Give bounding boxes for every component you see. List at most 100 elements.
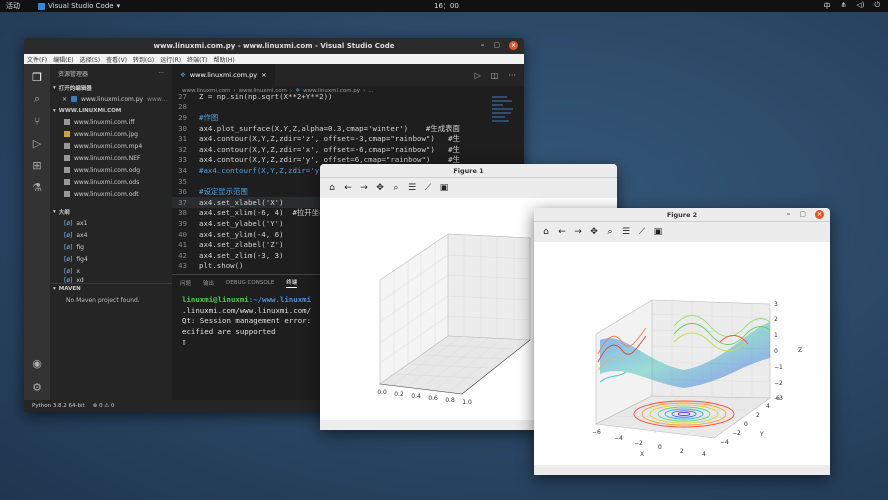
close-icon[interactable]: × [62, 96, 67, 103]
outline-section[interactable]: ▾ 大纲 [50, 206, 172, 217]
forward-arrow-icon[interactable]: → [358, 182, 370, 194]
maximize-button[interactable]: ▢ [493, 41, 500, 50]
figure2-window[interactable]: Figure 2 – ▢ × ⌂ ← → ✥ ⌕ ☰ ⟋ ▣ 3 2 1 0 −… [534, 208, 830, 475]
tab-active-file[interactable]: ❖ www.linuxmi.com.py × [172, 64, 275, 86]
status-python-interpreter[interactable]: Python 3.8.2 64-bit [32, 403, 85, 409]
minimize-button[interactable]: – [787, 210, 791, 219]
search-icon[interactable]: ⌕ [30, 92, 44, 106]
file-item[interactable]: www.linuxmi.com.odt [50, 188, 172, 200]
file-item[interactable]: www.linuxmi.com.NEF [50, 152, 172, 164]
extensions-icon[interactable]: ⊞ [30, 158, 44, 172]
maximize-button[interactable]: ▢ [799, 210, 806, 219]
variable-icon: [ø] [64, 255, 73, 263]
outline-item[interactable]: [ø] ax1 [50, 217, 172, 229]
line-number: 32 [178, 144, 187, 154]
chevron-down-icon: ▾ [53, 107, 56, 114]
open-editor-item[interactable]: × www.linuxmi.com.py www... [50, 93, 172, 105]
home-icon[interactable]: ⌂ [326, 182, 338, 194]
file-item[interactable]: www.linuxmi.com.mp4 [50, 140, 172, 152]
testing-icon[interactable]: ⚗ [30, 180, 44, 194]
edit-axes-icon[interactable]: ⟋ [636, 226, 648, 238]
menu-selection[interactable]: 选择(S) [80, 55, 101, 64]
outline-item[interactable]: [ø] x [50, 265, 172, 277]
menu-edit[interactable]: 编辑(E) [53, 55, 73, 64]
pan-icon[interactable]: ✥ [374, 182, 386, 194]
close-button[interactable]: × [509, 41, 518, 50]
outline-item[interactable]: [ø] fig4 [50, 253, 172, 265]
close-button[interactable]: × [815, 210, 824, 219]
save-icon[interactable]: ▣ [652, 226, 664, 238]
input-method[interactable]: 中 [823, 1, 830, 11]
subplots-config-icon[interactable]: ☰ [620, 226, 632, 238]
maven-label: MAVEN [58, 286, 81, 292]
pan-icon[interactable]: ✥ [588, 226, 600, 238]
code-line[interactable]: 28 [172, 102, 524, 113]
app-menu[interactable]: Visual Studio Code ▾ [38, 2, 120, 10]
menu-view[interactable]: 查看(V) [106, 55, 127, 64]
close-icon[interactable]: × [261, 71, 266, 79]
code-line[interactable]: 30 ax4.plot_surface(X,Y,Z,alpha=0.3,cmap=… [172, 123, 524, 134]
figure2-titlebar[interactable]: Figure 2 – ▢ × [534, 208, 830, 222]
line-number: 42 [178, 250, 187, 260]
x-axis-label: X [640, 451, 644, 458]
window-titlebar[interactable]: www.linuxmi.com.py - www.linuxmi.com - V… [24, 38, 524, 54]
file-item[interactable]: www.linuxmi.com.ods [50, 176, 172, 188]
z-tick-label: −1 [774, 364, 783, 371]
explorer-icon[interactable]: ❐ [30, 70, 44, 84]
run-debug-icon[interactable]: ▷ [30, 136, 44, 150]
menu-file[interactable]: 文件(F) [27, 55, 47, 64]
maven-section[interactable]: ▾ MAVEN [50, 283, 172, 294]
back-arrow-icon[interactable]: ← [342, 182, 354, 194]
terminal-prompt-path: :~/www.linuxmi [248, 295, 312, 304]
subplots-config-icon[interactable]: ☰ [406, 182, 418, 194]
open-editors-section[interactable]: ▾ 打开的编辑器 [50, 82, 172, 93]
file-name: www.linuxmi.com.NEF [74, 154, 141, 162]
gear-icon[interactable]: ⚙ [30, 380, 44, 394]
menu-help[interactable]: 帮助(H) [213, 55, 234, 64]
system-tray[interactable]: 中 ⋔ ◁) ⏻ [823, 1, 880, 11]
split-editor-icon[interactable]: ◫ [491, 71, 499, 80]
code-line[interactable]: 29 #作图 [172, 112, 524, 123]
code-line[interactable]: 32 ax4.contour(X,Y,Z,zdir='x', offset=-6,… [172, 144, 524, 155]
outline-item[interactable]: [ø] ax4 [50, 229, 172, 241]
y-tick-label: 6 [776, 395, 780, 402]
line-number: 38 [178, 208, 187, 218]
tab-output[interactable]: 输出 [203, 279, 214, 287]
file-item[interactable]: www.linuxmi.com.odg [50, 164, 172, 176]
file-item[interactable]: www.linuxmi.com.jpg [50, 128, 172, 140]
back-arrow-icon[interactable]: ← [556, 226, 568, 238]
clock[interactable]: 16：00 [434, 1, 459, 11]
figure1-titlebar[interactable]: Figure 1 [320, 164, 617, 178]
home-icon[interactable]: ⌂ [540, 226, 552, 238]
code-text: ax4.contour(X,Y,Z,zdir='z', offset=-3,cm… [199, 134, 461, 144]
tab-problems[interactable]: 问题 [180, 279, 191, 287]
minimap[interactable] [492, 96, 514, 156]
file-name: www.linuxmi.com.odg [74, 166, 140, 174]
code-text: ax4.set_ylabel('Y') [199, 218, 284, 228]
variable-icon: [ø] [64, 231, 73, 239]
zoom-icon[interactable]: ⌕ [390, 182, 402, 194]
tab-debug-console[interactable]: DEBUG CONSOLE [226, 280, 274, 286]
activities-button[interactable]: 活动 [6, 1, 20, 11]
outline-item[interactable]: [ø] fig [50, 241, 172, 253]
more-actions-icon[interactable]: ··· [158, 70, 164, 77]
file-item[interactable]: www.linuxmi.com.iff [50, 116, 172, 128]
save-icon[interactable]: ▣ [438, 182, 450, 194]
more-actions-icon[interactable]: ··· [508, 71, 516, 80]
menu-go[interactable]: 转到(G) [133, 55, 154, 64]
source-control-icon[interactable]: ⑂ [30, 114, 44, 128]
code-line[interactable]: 31 ax4.contour(X,Y,Z,zdir='z', offset=-3,… [172, 133, 524, 144]
zoom-icon[interactable]: ⌕ [604, 226, 616, 238]
figure2-canvas[interactable]: 3 2 1 0 −1 −2 −3 Z −6 −4 −2 0 2 4 X −4 −… [534, 242, 830, 465]
menu-terminal[interactable]: 终端(T) [187, 55, 207, 64]
edit-axes-icon[interactable]: ⟋ [422, 182, 434, 194]
minimize-button[interactable]: – [481, 41, 485, 50]
status-problems[interactable]: ⊗ 0 ⚠ 0 [93, 403, 115, 409]
forward-arrow-icon[interactable]: → [572, 226, 584, 238]
run-icon[interactable]: ▷ [475, 71, 481, 80]
code-line[interactable]: 27 Z = np.sin(np.sqrt(X**2+Y**2)) [172, 91, 524, 102]
folder-section[interactable]: ▾ WWW.LINUXMI.COM [50, 105, 172, 116]
account-icon[interactable]: ◉ [30, 356, 44, 370]
menu-run[interactable]: 运行(R) [160, 55, 181, 64]
tab-terminal[interactable]: 终端 [286, 278, 298, 288]
